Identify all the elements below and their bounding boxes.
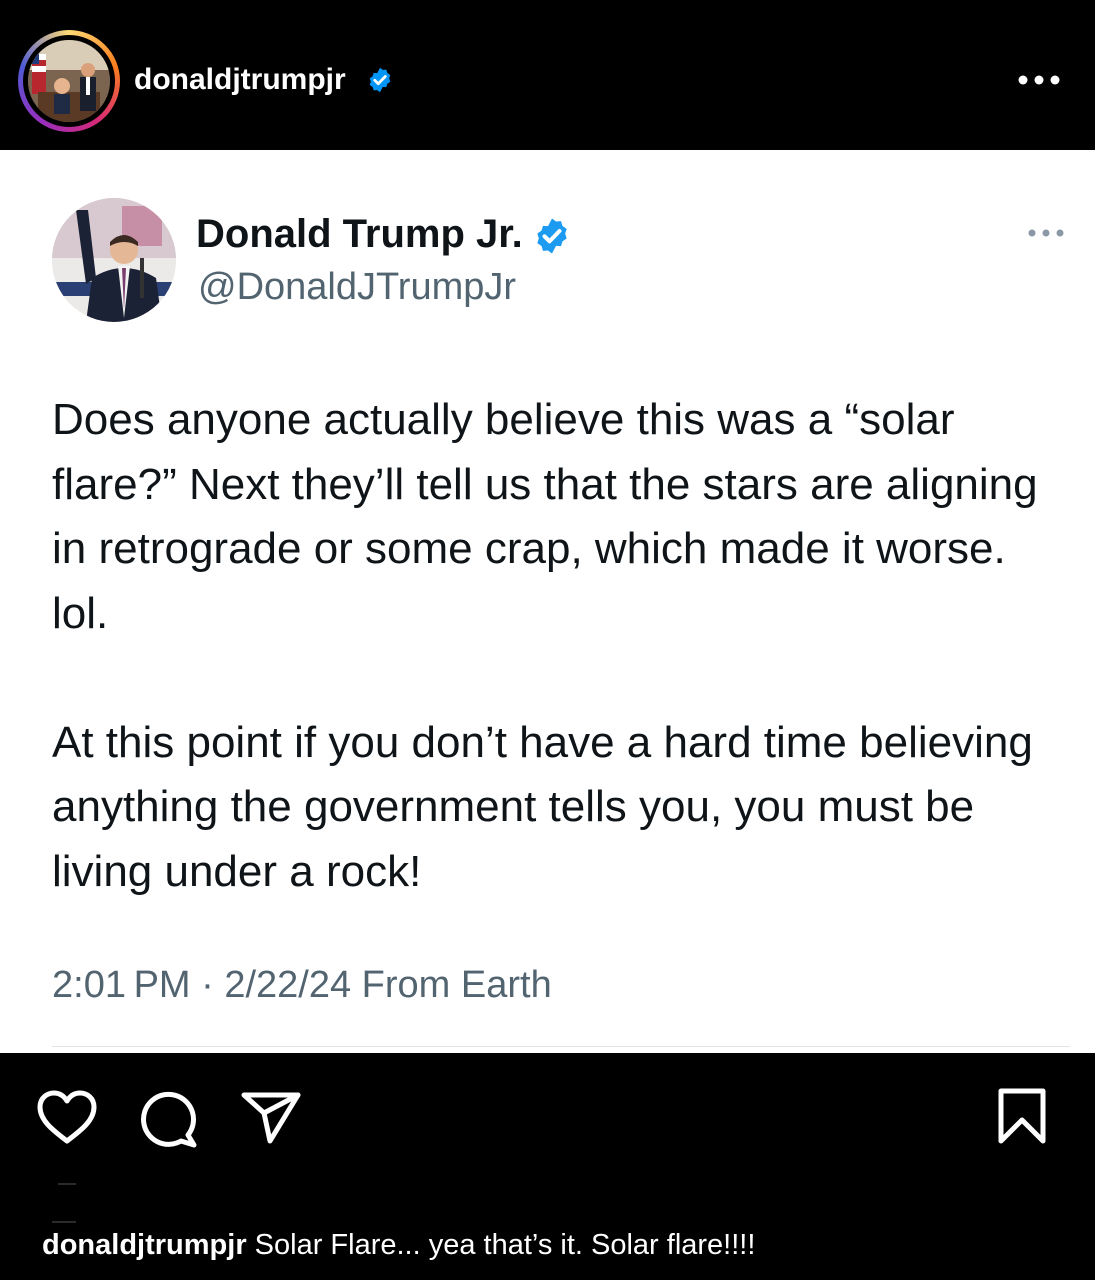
caption-text: Solar Flare... yea that’s it. Solar flar… bbox=[246, 1229, 756, 1261]
tweet-display-name[interactable]: Donald Trump Jr. bbox=[196, 210, 523, 258]
tweet-author-avatar[interactable] bbox=[52, 198, 176, 322]
post-caption: donaldjtrumpjr Solar Flare... yea that’s… bbox=[42, 1227, 755, 1263]
tweet-handle[interactable]: @DonaldJTrumpJr bbox=[198, 264, 516, 310]
post-actions: donaldjtrumpjr Solar Flare... yea that’s… bbox=[0, 1053, 1095, 1280]
post-author-username[interactable]: donaldjtrumpjr bbox=[134, 62, 346, 98]
heart-icon[interactable] bbox=[36, 1089, 98, 1145]
tweet-text: Does anyone actually believe this was a … bbox=[52, 395, 1038, 896]
tweet-more-icon[interactable] bbox=[1026, 226, 1066, 240]
comment-bubble-icon[interactable] bbox=[140, 1089, 200, 1149]
post-header: donaldjtrumpjr bbox=[0, 0, 1095, 150]
paper-plane-icon[interactable] bbox=[240, 1089, 302, 1145]
likes-summary bbox=[54, 1183, 1054, 1219]
divider bbox=[52, 1046, 1070, 1047]
divider bbox=[52, 1221, 76, 1223]
verified-badge-icon bbox=[537, 218, 567, 254]
verified-badge-icon bbox=[369, 67, 391, 93]
tweet-timestamp: 2:01 PM · 2/22/24 From Earth bbox=[52, 964, 552, 1006]
profile-avatar[interactable] bbox=[18, 30, 120, 132]
avatar-photo bbox=[28, 40, 110, 122]
tweet-card: Donald Trump Jr. @DonaldJTrumpJr Does an… bbox=[0, 150, 1095, 1053]
caption-username[interactable]: donaldjtrumpjr bbox=[42, 1229, 247, 1261]
bookmark-icon[interactable] bbox=[996, 1087, 1048, 1145]
more-options-icon[interactable] bbox=[1015, 66, 1063, 94]
